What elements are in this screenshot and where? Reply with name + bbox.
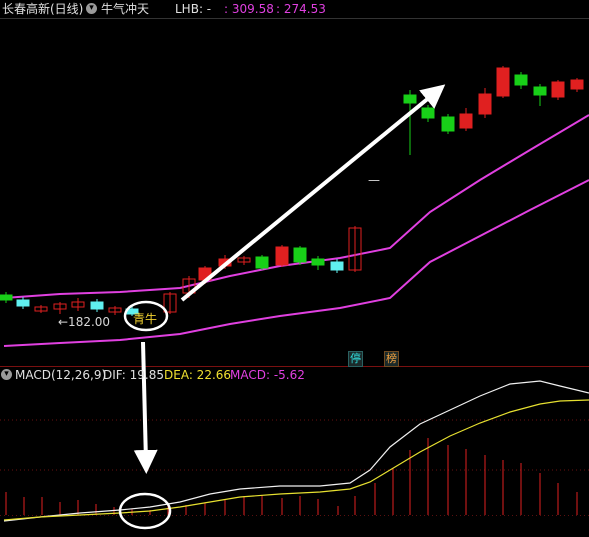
dif-label: DIF: 19.85 <box>103 368 164 382</box>
candle-body <box>255 256 269 269</box>
limit-badge[interactable]: 停 <box>348 351 363 367</box>
candle-body <box>311 258 325 266</box>
candle-body <box>459 113 473 129</box>
low-price-label: ←182.00 <box>58 315 110 329</box>
signal-label: 青牛 <box>133 311 157 326</box>
signal-arrow <box>133 341 158 474</box>
candle-body <box>275 246 289 266</box>
macd-title[interactable]: MACD(12,26,9) <box>15 366 106 384</box>
candle-body <box>16 299 30 307</box>
candle-body <box>478 93 492 115</box>
candle-body <box>293 247 307 263</box>
kline-chart: — ←182.00 青牛 <box>0 18 589 530</box>
dea-label: DEA: 22.66 <box>164 368 232 382</box>
candle-body <box>0 294 13 301</box>
trend-arrow <box>180 84 446 302</box>
candle-body <box>551 81 565 98</box>
dea-line <box>3 399 589 521</box>
candle-body <box>441 116 455 132</box>
macd-label: MACD: -5.62 <box>230 368 305 382</box>
candle-body <box>421 107 435 119</box>
macd-header: ▾ MACD(12,26,9) DIF: 19.85 DEA: 22.66 MA… <box>0 366 589 384</box>
candle-body <box>514 74 528 86</box>
candle-body <box>496 67 510 97</box>
candle-body <box>403 94 417 104</box>
candle-body <box>90 301 104 310</box>
dif-line <box>3 380 589 522</box>
candle-body <box>570 79 584 90</box>
dash-mark: — <box>368 173 380 187</box>
board-badge[interactable]: 榜 <box>384 351 399 367</box>
candle-body <box>330 261 344 271</box>
chevron-down-icon[interactable]: ▾ <box>1 369 12 380</box>
candle-body <box>533 86 547 96</box>
